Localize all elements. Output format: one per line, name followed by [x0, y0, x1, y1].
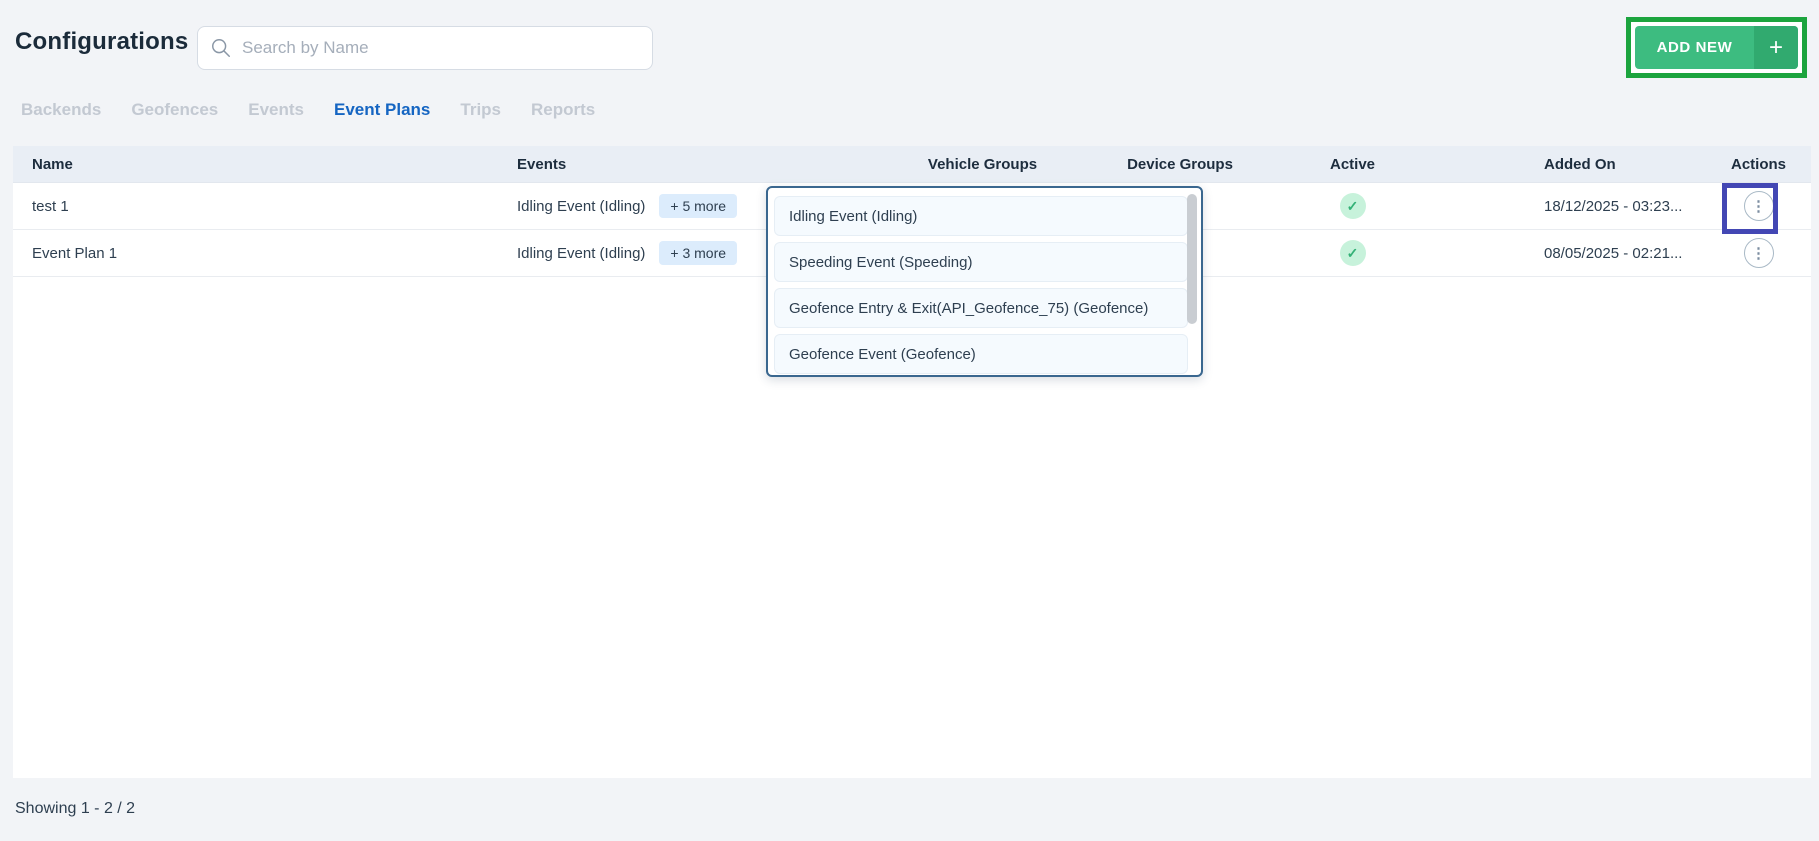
search-input[interactable] [242, 38, 640, 58]
tab-reports[interactable]: Reports [531, 100, 595, 120]
add-new-button[interactable]: ADD NEW + [1635, 26, 1798, 69]
app-root: Configurations ADD NEW + Backends Geofen… [0, 0, 1819, 841]
dropdown-item[interactable]: Geofence Event (Geofence) [774, 334, 1188, 374]
tab-events[interactable]: Events [248, 100, 304, 120]
row-event-label: Idling Event (Idling) [517, 245, 645, 262]
column-header-vehicle-groups: Vehicle Groups [900, 156, 1065, 173]
row-event-label: Idling Event (Idling) [517, 198, 645, 215]
events-dropdown: Idling Event (Idling) Speeding Event (Sp… [766, 186, 1203, 377]
more-events-badge[interactable]: + 3 more [659, 241, 737, 265]
column-header-active: Active [1295, 156, 1410, 173]
column-header-events: Events [505, 156, 900, 173]
tab-geofences[interactable]: Geofences [131, 100, 218, 120]
row-actions-kebab-icon[interactable]: ⋮ [1744, 191, 1774, 221]
row-added-on: 08/05/2025 - 02:21... [1410, 245, 1706, 262]
row-name: test 1 [13, 198, 505, 215]
tab-trips[interactable]: Trips [460, 100, 501, 120]
column-header-name: Name [13, 156, 505, 173]
more-events-badge[interactable]: + 5 more [659, 194, 737, 218]
dropdown-scrollbar-thumb[interactable] [1187, 194, 1197, 324]
active-check-icon: ✓ [1340, 240, 1366, 266]
plus-icon: + [1754, 26, 1798, 69]
search-icon [210, 37, 232, 59]
column-header-actions: Actions [1706, 156, 1811, 173]
active-check-icon: ✓ [1340, 193, 1366, 219]
row-added-on: 18/12/2025 - 03:23... [1410, 198, 1706, 215]
search-box[interactable] [197, 26, 653, 70]
dropdown-item[interactable]: Idling Event (Idling) [774, 196, 1188, 236]
dropdown-item[interactable]: Geofence Entry & Exit(API_Geofence_75) (… [774, 288, 1188, 328]
row-name: Event Plan 1 [13, 245, 505, 262]
row-actions-kebab-icon[interactable]: ⋮ [1744, 238, 1774, 268]
pagination-status: Showing 1 - 2 / 2 [15, 800, 135, 818]
add-new-highlight: ADD NEW + [1626, 17, 1807, 78]
add-new-label: ADD NEW [1635, 26, 1754, 69]
column-header-device-groups: Device Groups [1065, 156, 1295, 173]
tab-bar: Backends Geofences Events Event Plans Tr… [21, 100, 595, 120]
table-header-row: Name Events Vehicle Groups Device Groups… [13, 146, 1811, 183]
tab-event-plans[interactable]: Event Plans [334, 100, 430, 120]
page-title: Configurations [15, 28, 188, 56]
dropdown-item[interactable]: Speeding Event (Speeding) [774, 242, 1188, 282]
tab-backends[interactable]: Backends [21, 100, 101, 120]
column-header-added-on: Added On [1410, 156, 1706, 173]
